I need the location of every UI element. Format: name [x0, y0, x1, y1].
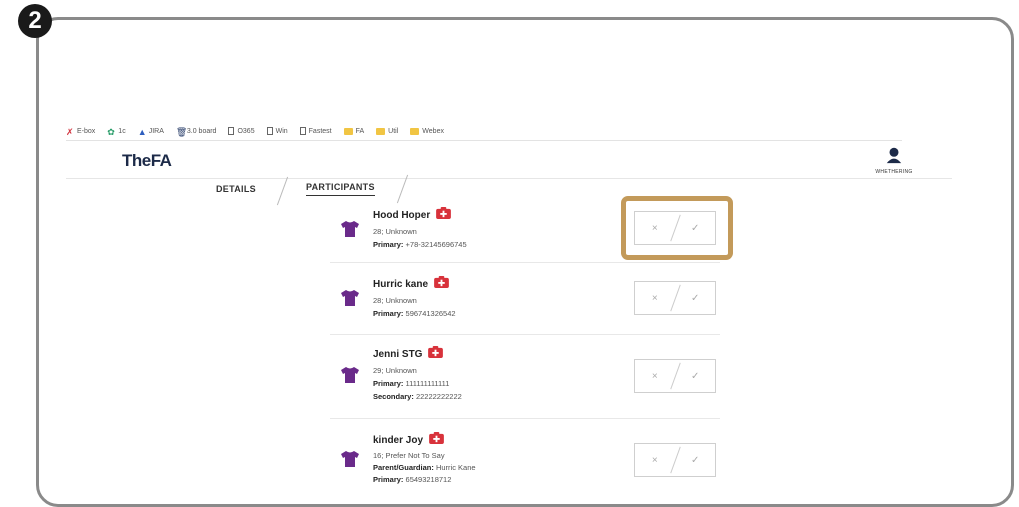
tab-participants[interactable]: PARTICIPANTS — [306, 182, 375, 196]
participant-name: Hood Hoper — [373, 207, 452, 221]
response-toggle: × ✓ — [634, 281, 716, 315]
folder-icon — [410, 127, 420, 135]
bookmark-1c[interactable]: ✿ 1c — [107, 127, 125, 137]
participant-age-gender: 28; Unknown — [373, 296, 417, 305]
bookmarks-bar: ✗ E-box ✿ 1c ▲ JIRA 🗑 3.0 board O365 Win Fas… — [66, 122, 902, 141]
document-icon — [228, 127, 235, 135]
decline-button[interactable]: × — [635, 371, 675, 382]
tab-divider — [276, 176, 289, 206]
bookmark-fa[interactable]: FA — [343, 127, 364, 135]
bookmark-webex[interactable]: Webex — [410, 127, 444, 135]
participant-phone: Primary: 65493218712 — [373, 475, 452, 484]
fa-logo[interactable]: TheFA — [122, 151, 172, 171]
medical-icon — [436, 207, 452, 219]
bookmark-jira[interactable]: ▲ JIRA — [137, 127, 164, 137]
document-icon — [266, 127, 273, 135]
shirt-icon — [341, 290, 359, 306]
accept-button[interactable]: ✓ — [676, 455, 716, 466]
response-toggle: × ✓ — [634, 443, 716, 477]
folder-icon — [376, 127, 386, 135]
participant-age-gender: 28; Unknown — [373, 227, 417, 236]
trash-icon: 🗑 — [175, 127, 188, 137]
participant-age-gender: 16; Prefer Not To Say — [373, 451, 445, 460]
decline-button[interactable]: × — [635, 455, 675, 466]
bookmark-board[interactable]: 🗑 3.0 board — [175, 127, 217, 137]
shirt-icon — [341, 451, 359, 467]
bookmark-fastest[interactable]: Fastest — [299, 127, 332, 135]
bookmark-ebox[interactable]: ✗ E-box — [66, 127, 95, 137]
participant-name: kinder Joy — [373, 432, 444, 446]
app-header: TheFA WHETHERING — [66, 142, 952, 179]
highlight-box — [621, 196, 733, 260]
participant-name: Jenni STG — [373, 346, 444, 360]
accept-button[interactable]: ✓ — [676, 371, 716, 382]
medical-icon — [429, 432, 444, 444]
participant-guardian: Parent/Guardian: Hurric Kane — [373, 463, 476, 472]
shirt-icon — [341, 221, 359, 237]
shirt-icon — [341, 367, 359, 383]
participant-age-gender: 29; Unknown — [373, 366, 417, 375]
jira-icon: ▲ — [137, 127, 147, 137]
user-avatar-icon — [886, 147, 902, 164]
bookmark-o365[interactable]: O365 — [228, 127, 255, 135]
user-name: WHETHERING — [875, 169, 913, 175]
user-menu[interactable]: WHETHERING — [864, 146, 924, 175]
participant-secondary-phone: Secondary: 22222222222 — [373, 392, 462, 401]
participant-phone: Primary: +78-32145696745 — [373, 240, 467, 249]
bookmark-win[interactable]: Win — [266, 127, 288, 135]
green-flower-icon: ✿ — [107, 127, 115, 137]
participant-phone: Primary: 596741326542 — [373, 309, 456, 318]
tab-divider — [396, 174, 409, 204]
decline-button[interactable]: × — [635, 293, 675, 304]
bookmark-util[interactable]: Util — [376, 127, 398, 135]
red-arrow-icon: ✗ — [66, 127, 74, 137]
tab-details[interactable]: DETAILS — [216, 184, 256, 194]
medical-icon — [428, 346, 444, 358]
response-toggle: × ✓ — [634, 359, 716, 393]
medical-icon — [434, 276, 449, 288]
participant-name: Hurric kane — [373, 276, 449, 290]
folder-icon — [343, 127, 353, 135]
accept-button[interactable]: ✓ — [676, 293, 716, 304]
step-badge: 2 — [18, 4, 52, 38]
participant-phone: Primary: 111111111111 — [373, 379, 450, 388]
document-icon — [299, 127, 306, 135]
